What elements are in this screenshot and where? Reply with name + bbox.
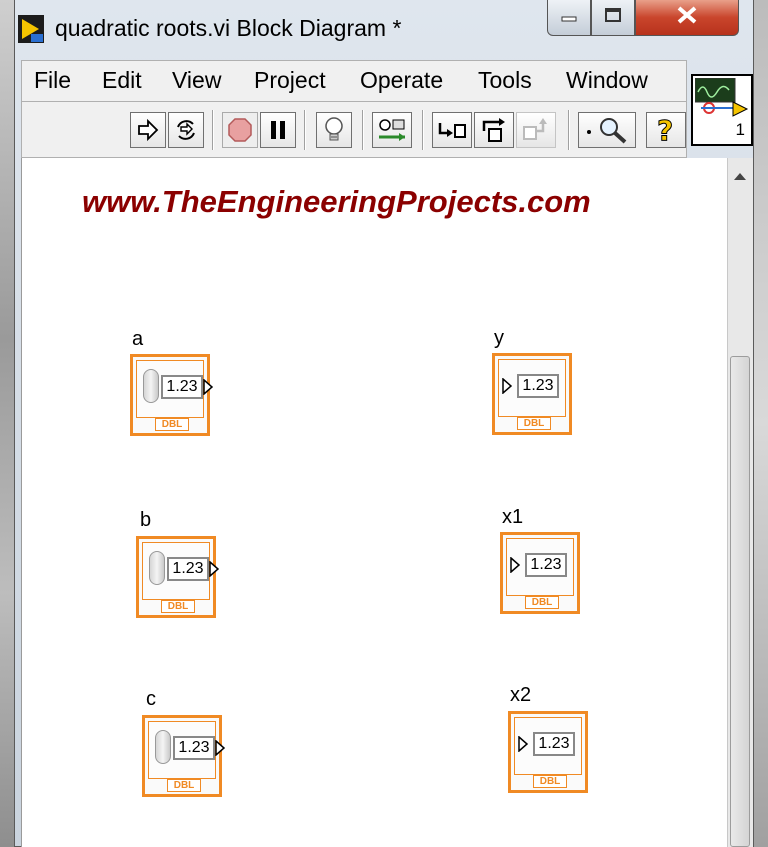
- svg-text:?: ?: [657, 115, 673, 145]
- terminal-body: 1.23: [142, 542, 220, 600]
- menu-edit[interactable]: Edit: [102, 67, 142, 94]
- step-out-button[interactable]: [516, 112, 556, 148]
- retain-wire-values-button[interactable]: [372, 112, 412, 148]
- datatype-badge: DBL: [167, 779, 201, 792]
- toolbar-separator: [212, 110, 214, 150]
- menu-tools[interactable]: Tools: [478, 67, 532, 94]
- maximize-icon: [604, 8, 622, 27]
- numeric-control-knob-icon: [143, 369, 159, 403]
- step-out-icon: [521, 117, 551, 143]
- minimize-button[interactable]: [547, 0, 591, 36]
- probe-search-icon: [585, 116, 629, 144]
- datatype-badge: DBL: [161, 600, 195, 613]
- terminal-body: 1.23: [148, 721, 226, 779]
- maximize-button[interactable]: [591, 0, 635, 36]
- highlight-execution-button[interactable]: [316, 112, 352, 148]
- toolbar-separator: [304, 110, 306, 150]
- indicator-terminal-y[interactable]: 1.23 DBL: [492, 353, 572, 435]
- pause-button[interactable]: [260, 112, 296, 148]
- toolbar-separator: [422, 110, 424, 150]
- terminal-value: 1.23: [517, 374, 559, 398]
- help-icon: ?: [654, 115, 678, 145]
- menu-window[interactable]: Window: [566, 67, 648, 94]
- close-button[interactable]: [635, 0, 739, 36]
- indicator-label-x2: x2: [510, 684, 532, 706]
- indicator-label-x1: x1: [502, 506, 524, 528]
- menu-project[interactable]: Project: [254, 67, 326, 94]
- connector-pane-number: 1: [735, 120, 745, 139]
- run-continuously-icon: [173, 117, 199, 143]
- step-into-icon: [437, 119, 467, 141]
- connector-pane[interactable]: 1: [691, 74, 753, 146]
- terminal-body: 1.23: [498, 359, 566, 417]
- search-button[interactable]: [578, 112, 636, 148]
- scroll-up-arrow-icon[interactable]: [732, 168, 748, 184]
- window-title: quadratic roots.vi Block Diagram *: [55, 15, 402, 41]
- block-diagram-canvas[interactable]: www.TheEngineeringProjects.com a 1.23 DB…: [21, 158, 727, 847]
- menu-operate[interactable]: Operate: [360, 67, 443, 94]
- output-arrow-icon: [203, 378, 214, 400]
- step-into-button[interactable]: [432, 112, 472, 148]
- control-label-a: a: [132, 328, 144, 350]
- datatype-badge: DBL: [155, 418, 189, 431]
- pause-icon: [268, 119, 288, 141]
- terminal-body: 1.23: [506, 538, 574, 596]
- step-over-icon: [479, 117, 509, 143]
- run-button[interactable]: [130, 112, 166, 148]
- input-arrow-icon: [510, 556, 521, 578]
- terminal-value: 1.23: [173, 736, 215, 760]
- toolbar-separator: [568, 110, 570, 150]
- terminal-value: 1.23: [161, 375, 203, 399]
- indicator-terminal-x1[interactable]: 1.23 DBL: [500, 532, 580, 614]
- terminal-value: 1.23: [533, 732, 575, 756]
- terminal-body: 1.23: [514, 717, 582, 775]
- highlight-execution-icon: [322, 116, 346, 144]
- control-terminal-b[interactable]: 1.23 DBL: [136, 536, 220, 618]
- output-arrow-icon: [209, 560, 220, 582]
- numeric-control-knob-icon: [149, 551, 165, 585]
- desktop-background-left: [0, 0, 14, 847]
- watermark-text: www.TheEngineeringProjects.com: [82, 184, 591, 219]
- menu-bar: File Edit View Project Operate Tools Win…: [21, 60, 687, 102]
- terminal-value: 1.23: [167, 557, 209, 581]
- labview-app-icon: [17, 14, 45, 44]
- control-label-c: c: [146, 688, 156, 710]
- vi-icon: [694, 77, 749, 123]
- abort-button[interactable]: [222, 112, 258, 148]
- vertical-scrollbar[interactable]: [727, 158, 753, 847]
- step-over-button[interactable]: [474, 112, 514, 148]
- run-continuously-button[interactable]: [168, 112, 204, 148]
- menu-file[interactable]: File: [34, 67, 71, 94]
- block-diagram-window: quadratic roots.vi Block Diagram * File …: [14, 0, 754, 847]
- run-arrow-icon: [136, 118, 160, 142]
- terminal-value: 1.23: [525, 553, 567, 577]
- indicator-label-y: y: [494, 327, 504, 349]
- output-arrow-icon: [215, 739, 226, 761]
- input-arrow-icon: [502, 377, 513, 399]
- minimize-icon: [560, 9, 578, 27]
- close-icon: [676, 6, 698, 29]
- abort-icon: [227, 117, 253, 143]
- title-bar[interactable]: quadratic roots.vi Block Diagram *: [15, 0, 753, 58]
- control-terminal-c[interactable]: 1.23 DBL: [142, 715, 226, 797]
- menu-view[interactable]: View: [172, 67, 221, 94]
- help-button[interactable]: ?: [646, 112, 686, 148]
- input-arrow-icon: [518, 735, 529, 757]
- scrollbar-thumb[interactable]: [730, 356, 750, 847]
- control-label-b: b: [140, 509, 152, 531]
- datatype-badge: DBL: [517, 417, 551, 430]
- retain-wire-values-icon: [377, 117, 407, 143]
- datatype-badge: DBL: [533, 775, 567, 788]
- terminal-body: 1.23: [136, 360, 214, 418]
- control-terminal-a[interactable]: 1.23 DBL: [130, 354, 214, 436]
- numeric-control-knob-icon: [155, 730, 171, 764]
- indicator-terminal-x2[interactable]: 1.23 DBL: [508, 711, 588, 793]
- toolbar-separator: [362, 110, 364, 150]
- datatype-badge: DBL: [525, 596, 559, 609]
- toolbar: ?: [21, 102, 687, 158]
- desktop-background-right: [754, 0, 768, 847]
